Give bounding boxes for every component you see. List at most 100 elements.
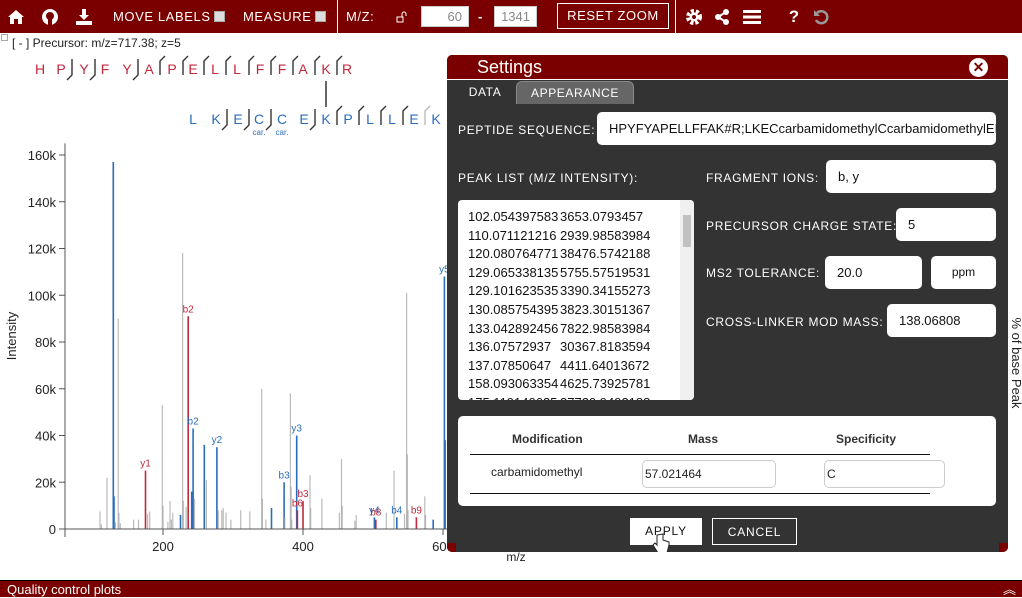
peptide1-residue[interactable]: F bbox=[256, 61, 265, 77]
peak-intensity: 2939.98583984 bbox=[560, 227, 651, 243]
peptide-sequence-input[interactable]: HPYFYAPELLFFAK#R;LKECcarbamidomethylCcar… bbox=[597, 112, 996, 145]
peak-label[interactable]: b4 bbox=[391, 505, 403, 516]
peptide2-residue[interactable]: E bbox=[409, 111, 418, 127]
peak-intensity: 3390.34155273 bbox=[560, 283, 651, 299]
peptide1-residue[interactable]: L bbox=[233, 61, 241, 77]
fragment-marker bbox=[225, 55, 232, 75]
peptide2-residue[interactable]: K bbox=[431, 111, 441, 127]
footer-bar[interactable]: Quality control plots ︽ bbox=[0, 580, 1022, 597]
peptide2-residue[interactable]: E bbox=[299, 111, 308, 127]
tolerance-unit-select[interactable]: ppm bbox=[931, 256, 996, 289]
share-icon[interactable] bbox=[712, 7, 732, 27]
move-labels-toggle[interactable]: MOVE LABELS bbox=[113, 9, 225, 24]
peptide2-residue[interactable]: C bbox=[277, 111, 287, 127]
peak-intensity: 5755.57519531 bbox=[560, 264, 651, 280]
peak-label[interactable]: b3 bbox=[279, 470, 291, 481]
peptide1-residue[interactable]: L bbox=[211, 61, 219, 77]
download-icon[interactable] bbox=[74, 7, 94, 27]
peptide1-residue[interactable]: A bbox=[144, 61, 154, 77]
peptide2-residue[interactable]: K bbox=[211, 111, 221, 127]
ms2-tolerance-input[interactable]: 20.0 bbox=[825, 256, 922, 289]
close-icon[interactable]: ✕ bbox=[969, 58, 988, 77]
peak-mz: 110.071121216 bbox=[468, 227, 557, 243]
scrollbar-thumb[interactable] bbox=[683, 215, 691, 247]
gear-icon[interactable] bbox=[684, 7, 704, 27]
peak-label[interactable]: b2 bbox=[188, 416, 200, 427]
peptide1-residue[interactable]: E bbox=[188, 61, 197, 77]
cancel-button[interactable]: CANCEL bbox=[712, 518, 797, 545]
peptide1-residue[interactable]: R bbox=[342, 61, 352, 77]
divider bbox=[675, 0, 676, 33]
undo-icon[interactable] bbox=[811, 7, 831, 27]
y2-axis-label: % of base Peak bbox=[1009, 317, 1022, 409]
peptide2-residue[interactable]: K bbox=[321, 111, 331, 127]
fragment-ions-input[interactable]: b, y bbox=[826, 160, 996, 193]
unlock-icon[interactable] bbox=[392, 7, 412, 27]
mz-min-input[interactable]: 60 bbox=[421, 6, 469, 27]
dialog-header[interactable]: Settings bbox=[447, 55, 1008, 80]
peak-label[interactable]: b9 bbox=[411, 505, 423, 516]
peptide1-residue[interactable]: K bbox=[321, 61, 331, 77]
x-tick-label: 200 bbox=[152, 539, 174, 554]
peptide1-residue[interactable]: Y bbox=[79, 61, 89, 77]
peptide1-residue[interactable]: P bbox=[167, 61, 176, 77]
peptide1-residue[interactable]: H bbox=[35, 61, 45, 77]
peptide2-residue[interactable]: E bbox=[233, 111, 242, 127]
peak-list-row: 175.11914062537720.9492188 bbox=[468, 394, 694, 400]
peptide2-residue[interactable]: C bbox=[254, 111, 264, 127]
move-labels-checkbox[interactable] bbox=[213, 11, 225, 22]
crosslinker-mass-input[interactable]: 138.06808 bbox=[887, 304, 996, 337]
measure-toggle[interactable]: MEASURE bbox=[243, 9, 326, 24]
y-tick-label: 140k bbox=[28, 195, 57, 210]
tab-appearance[interactable]: APPEARANCE bbox=[516, 81, 634, 104]
charge-state-input[interactable]: 5 bbox=[896, 208, 996, 241]
peptide2-residue[interactable]: L bbox=[366, 111, 374, 127]
scrollbar[interactable] bbox=[680, 200, 694, 400]
col-header-mass: Mass bbox=[688, 432, 719, 446]
measure-checkbox[interactable] bbox=[314, 11, 326, 22]
fragment-marker bbox=[159, 55, 166, 75]
resize-handle[interactable] bbox=[447, 543, 456, 552]
modification-label: car. bbox=[276, 128, 289, 137]
peak-label[interactable]: y1 bbox=[140, 459, 151, 470]
help-icon[interactable]: ? bbox=[784, 7, 804, 27]
peptide1-residue[interactable]: F bbox=[101, 61, 110, 77]
peptide1-residue[interactable]: F bbox=[278, 61, 287, 77]
mod-mass-input[interactable]: 57.021464 bbox=[642, 460, 776, 488]
range-dash: - bbox=[478, 9, 483, 24]
resize-handle[interactable] bbox=[999, 543, 1008, 552]
fragment-marker bbox=[424, 105, 431, 125]
fragmentation-key: H P Y F Y A P E L L F F A K RL K E C C E K P L L E Kcar. car. bbox=[35, 55, 441, 137]
github-icon[interactable] bbox=[40, 7, 60, 27]
peptide1-residue[interactable]: Y bbox=[122, 61, 132, 77]
peak-mz: 120.080764771 bbox=[468, 246, 559, 262]
peak-label[interactable]: y2 bbox=[212, 435, 223, 446]
peptide1-residue[interactable]: P bbox=[56, 61, 65, 77]
fragment-marker bbox=[203, 55, 210, 75]
peak-list-textarea[interactable]: 102.054397583 3653.0793457 110.071121216 29… bbox=[458, 200, 694, 400]
peptide2-residue[interactable]: L bbox=[189, 111, 197, 127]
home-icon[interactable] bbox=[6, 7, 26, 27]
peak-label[interactable]: b3 bbox=[297, 489, 309, 500]
col-header-modification: Modification bbox=[512, 432, 583, 446]
chevron-up-icon[interactable]: ︽ bbox=[1003, 581, 1016, 598]
fragment-marker bbox=[66, 59, 73, 81]
mod-name: carbamidomethyl bbox=[491, 465, 583, 479]
menu-icon[interactable] bbox=[742, 7, 762, 27]
mz-max-input[interactable]: 1341 bbox=[494, 6, 537, 27]
peak-label[interactable]: b8 bbox=[370, 508, 382, 519]
mod-specificity-input[interactable]: C bbox=[824, 460, 945, 488]
peak-label[interactable]: y3 bbox=[291, 424, 302, 435]
peak-list-row: 120.080764771 38476.5742188 bbox=[468, 245, 694, 264]
peak-intensity: 38476.5742188 bbox=[560, 246, 651, 262]
measure-label: MEASURE bbox=[243, 9, 312, 24]
peak-intensity: 4411.64013672 bbox=[560, 357, 650, 373]
peptide1-residue[interactable]: A bbox=[298, 61, 308, 77]
peptide2-residue[interactable]: L bbox=[388, 111, 396, 127]
reset-zoom-button[interactable]: RESET ZOOM bbox=[557, 3, 669, 29]
tab-data[interactable]: DATA bbox=[455, 81, 515, 104]
peak-label[interactable]: b2 bbox=[183, 304, 195, 315]
peptide2-residue[interactable]: P bbox=[343, 111, 352, 127]
peak-list-row: 129.101623535 3390.34155273 bbox=[468, 282, 694, 301]
modification-label: car. bbox=[253, 128, 266, 137]
